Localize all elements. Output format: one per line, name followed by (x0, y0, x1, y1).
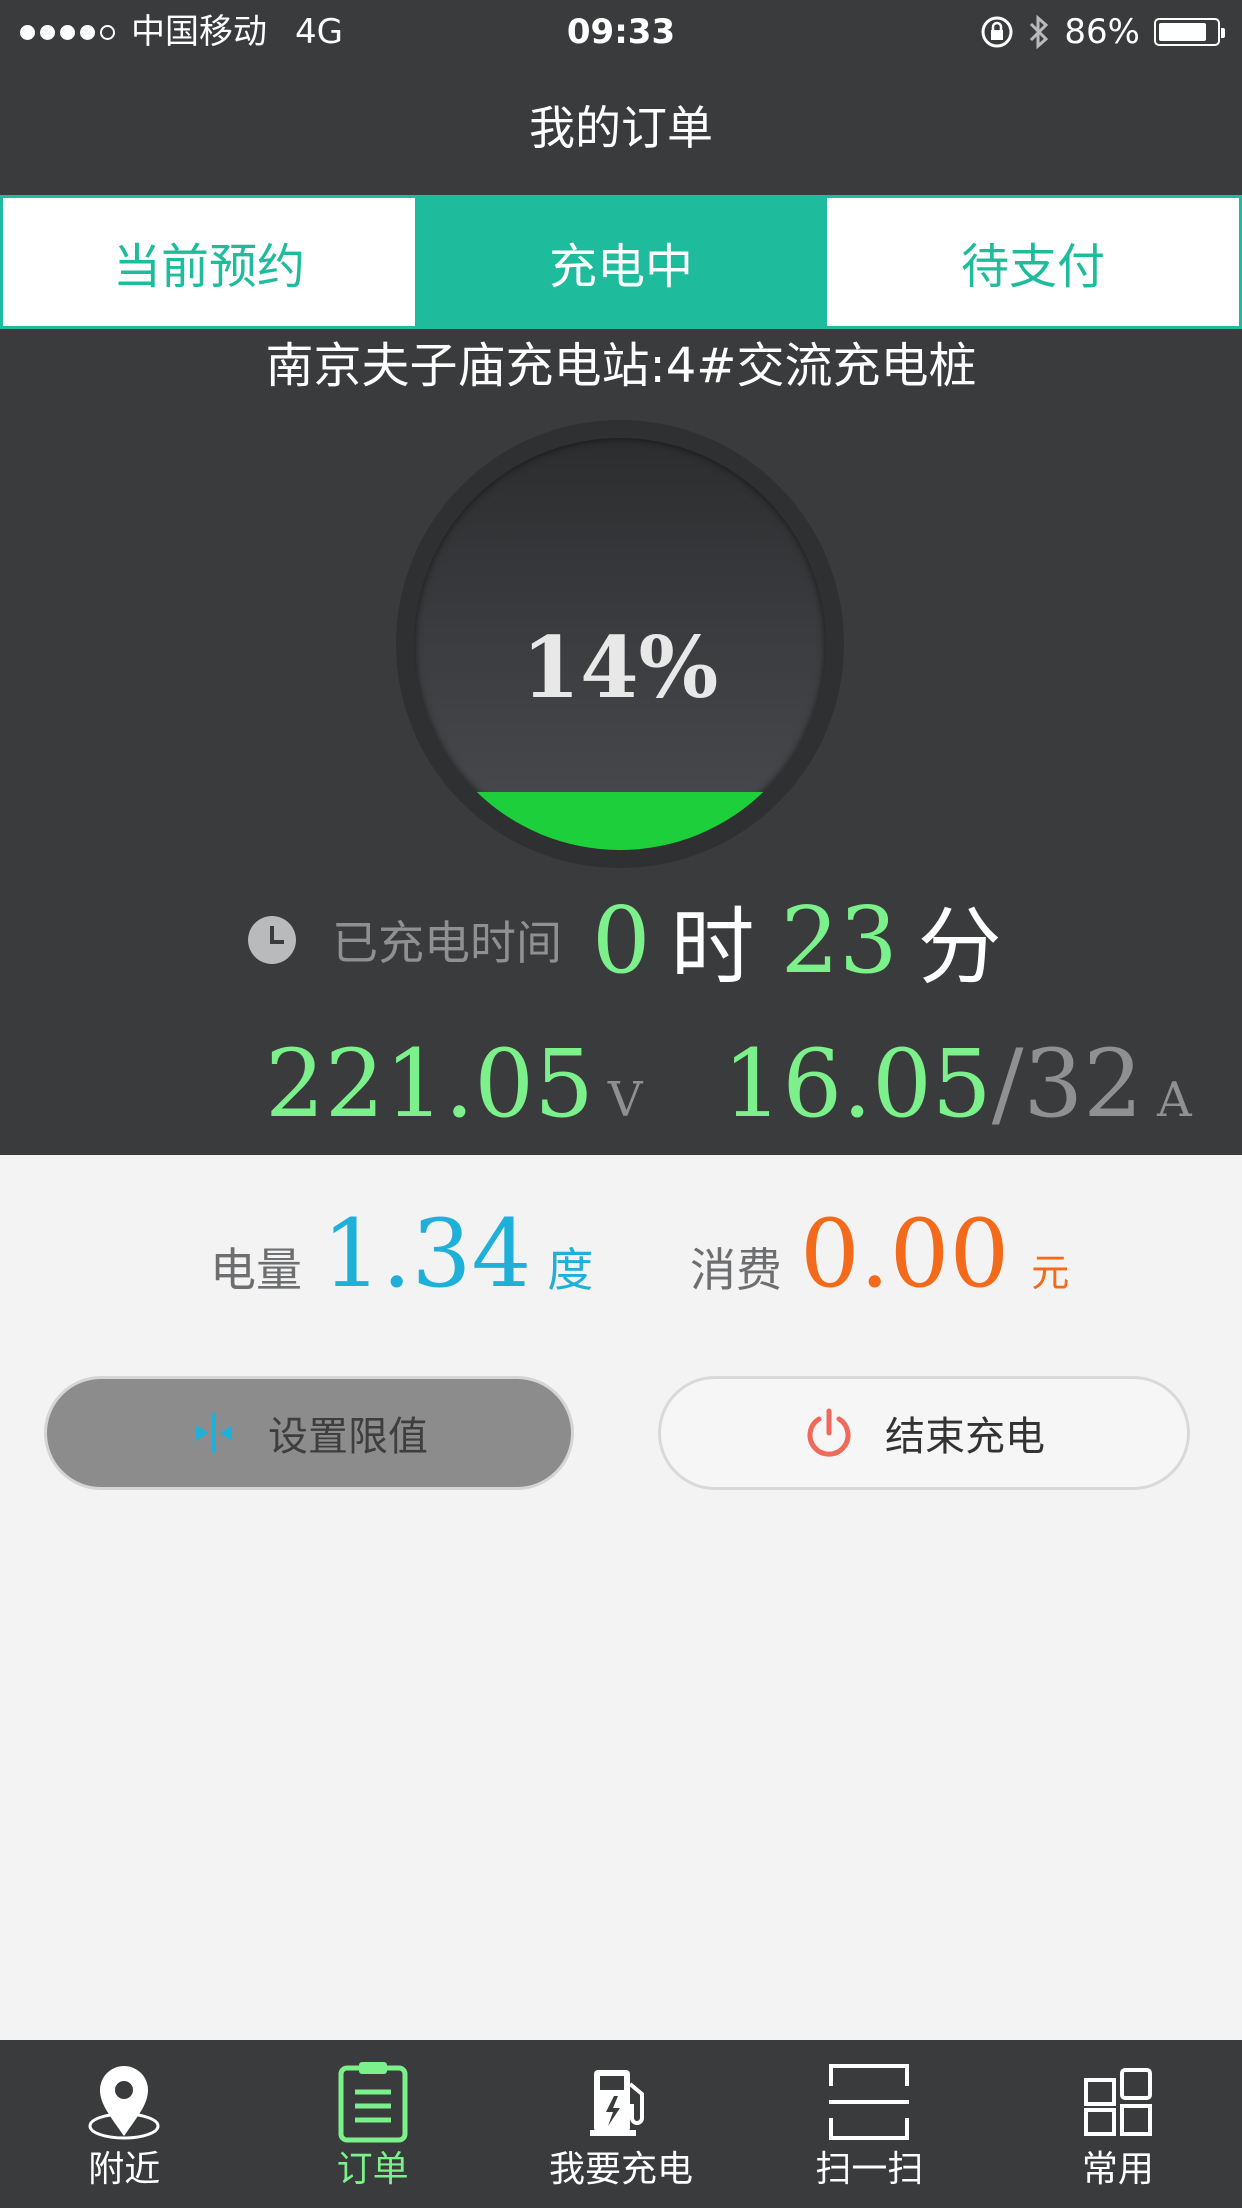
rotation-lock-icon (981, 16, 1013, 48)
current-value: 16.05 (722, 1030, 992, 1139)
tabbar-item-favorites[interactable]: 常用 (994, 2040, 1242, 2208)
tabbar-label-scan: 扫一扫 (815, 2149, 924, 2190)
battery-percent: 86% (1064, 12, 1140, 52)
tabbar-label-favorites: 常用 (1081, 2149, 1154, 2190)
charge-level-fill (414, 792, 826, 850)
tabbar-item-scan[interactable]: 扫一扫 (745, 2040, 993, 2208)
nav-bar: 我的订单 (0, 64, 1242, 196)
minutes-unit: 分 (917, 897, 1002, 996)
electric-readings: 221.05 V 16.05 /32 A (265, 1030, 1192, 1160)
status-right: 86% (980, 8, 1225, 56)
scan-icon (829, 2064, 910, 2140)
tabbar-item-charge[interactable]: 我要充电 (497, 2040, 745, 2208)
bottom-tab-bar: 附近 订单 我要充电 扫一扫 常用 (0, 2040, 1242, 2208)
limit-icon (190, 1409, 238, 1457)
end-charging-label: 结束充电 (885, 1414, 1045, 1460)
gauge-dial: 14% (414, 438, 826, 850)
tabbar-item-orders[interactable]: 订单 (248, 2040, 496, 2208)
energy-summary: 电量 1.34 度 (210, 1200, 593, 1310)
voltage-unit: V (607, 1072, 643, 1128)
energy-value: 1.34 (322, 1200, 532, 1309)
tabbar-label-nearby: 附近 (88, 2149, 161, 2190)
bluetooth-icon (1030, 14, 1049, 50)
station-name: 南京夫子庙充电站:4#交流充电桩 (265, 338, 977, 394)
page-title: 我的订单 (529, 101, 713, 155)
energy-label: 电量 (210, 1243, 302, 1297)
power-icon (803, 1407, 855, 1459)
tab-charging[interactable]: 充电中 (415, 198, 827, 326)
end-charging-button[interactable]: 结束充电 (658, 1376, 1190, 1490)
cost-label: 消费 (690, 1243, 782, 1297)
charge-gauge: 14% (396, 420, 844, 868)
energy-unit: 度 (547, 1243, 594, 1297)
tab-pending-payment[interactable]: 待支付 (827, 198, 1239, 326)
grid-icon (1083, 2068, 1152, 2136)
set-limit-label: 设置限值 (268, 1414, 428, 1460)
hours-unit: 时 (670, 897, 755, 996)
cost-value: 0.00 (800, 1200, 1010, 1309)
current-max: /32 (991, 1030, 1143, 1139)
charging-time-row: 已充电时间 0 时 23 分 (248, 880, 1028, 1000)
clipboard-icon (338, 2062, 408, 2143)
charging-minutes: 23 (780, 886, 898, 994)
voltage-value: 221.05 (265, 1030, 594, 1139)
charging-hours: 0 (592, 886, 651, 994)
charging-time-label: 已充电时间 (332, 916, 562, 970)
set-limit-button[interactable]: 设置限值 (44, 1376, 574, 1490)
tabbar-item-nearby[interactable]: 附近 (0, 2040, 248, 2208)
tabbar-label-orders: 订单 (336, 2149, 409, 2190)
clock-icon (248, 916, 296, 964)
battery-icon (1154, 18, 1225, 46)
order-tabs: 当前预约 充电中 待支付 (0, 195, 1242, 329)
status-bar: 中国移动 4G 09:33 86% (0, 0, 1242, 64)
tabbar-label-charge: 我要充电 (549, 2149, 694, 2190)
charging-station-icon (590, 2070, 645, 2136)
location-pin-icon (88, 2066, 160, 2140)
charge-percent: 14% (521, 618, 719, 717)
cost-summary: 消费 0.00 元 (690, 1200, 1069, 1310)
cost-unit: 元 (1031, 1251, 1070, 1295)
current-unit: A (1156, 1072, 1192, 1128)
tab-reservation[interactable]: 当前预约 (3, 198, 415, 326)
